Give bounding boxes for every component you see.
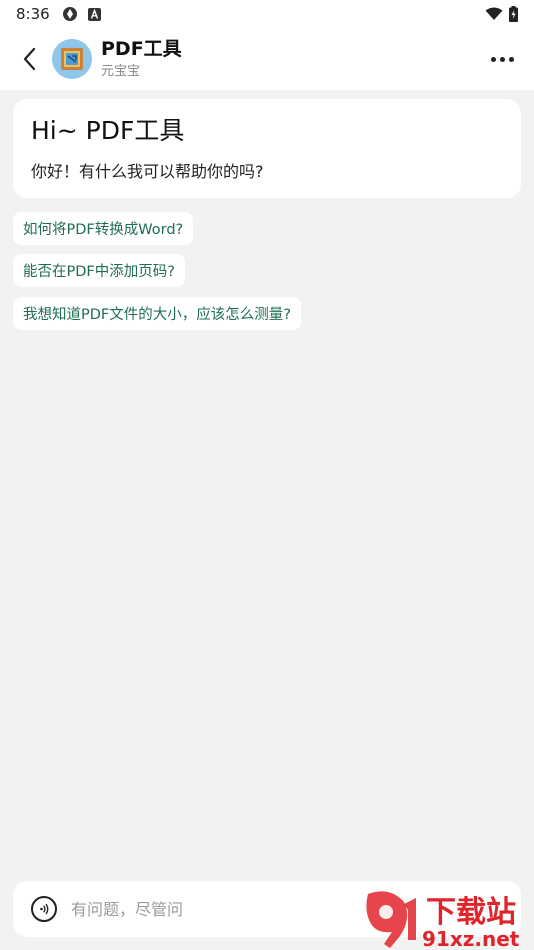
text-notification-icon — [87, 7, 101, 21]
more-dot — [490, 56, 496, 62]
avatar[interactable] — [52, 39, 92, 79]
greeting-card: Hi~ PDF工具 你好！有什么我可以帮助你的吗? — [13, 99, 521, 198]
message-input[interactable] — [71, 899, 351, 919]
status-time: 8:36 — [16, 5, 50, 23]
battery-icon — [509, 6, 518, 22]
pdf-tool-icon — [61, 48, 83, 70]
voice-icon — [40, 903, 49, 915]
suggestion-chip[interactable]: 我想知道PDF文件的大小，应该怎么测量? — [13, 297, 301, 330]
suggestion-chip[interactable]: 能否在PDF中添加页码? — [13, 254, 185, 287]
more-dot — [499, 56, 505, 62]
status-icons-left — [62, 6, 101, 22]
page-title: PDF工具 — [101, 38, 182, 60]
app-notification-icon — [62, 7, 77, 21]
title-block: PDF工具 元宝宝 — [101, 37, 182, 81]
wifi-icon — [485, 7, 503, 20]
greeting-title: Hi~ PDF工具 — [31, 116, 185, 145]
chevron-left-icon — [23, 47, 36, 71]
back-button[interactable] — [10, 37, 50, 81]
status-bar: 8:36 — [0, 0, 534, 28]
page-subtitle: 元宝宝 — [101, 64, 141, 79]
voice-button[interactable] — [31, 896, 57, 922]
suggestion-chip[interactable]: 如何将PDF转换成Word? — [13, 212, 194, 245]
chat-header: PDF工具 元宝宝 — [0, 28, 534, 90]
more-dot — [508, 56, 514, 62]
input-bar — [13, 881, 521, 937]
status-icons-right — [485, 6, 518, 22]
greeting-text: 你好！有什么我可以帮助你的吗? — [31, 162, 264, 181]
more-button[interactable] — [484, 41, 520, 77]
